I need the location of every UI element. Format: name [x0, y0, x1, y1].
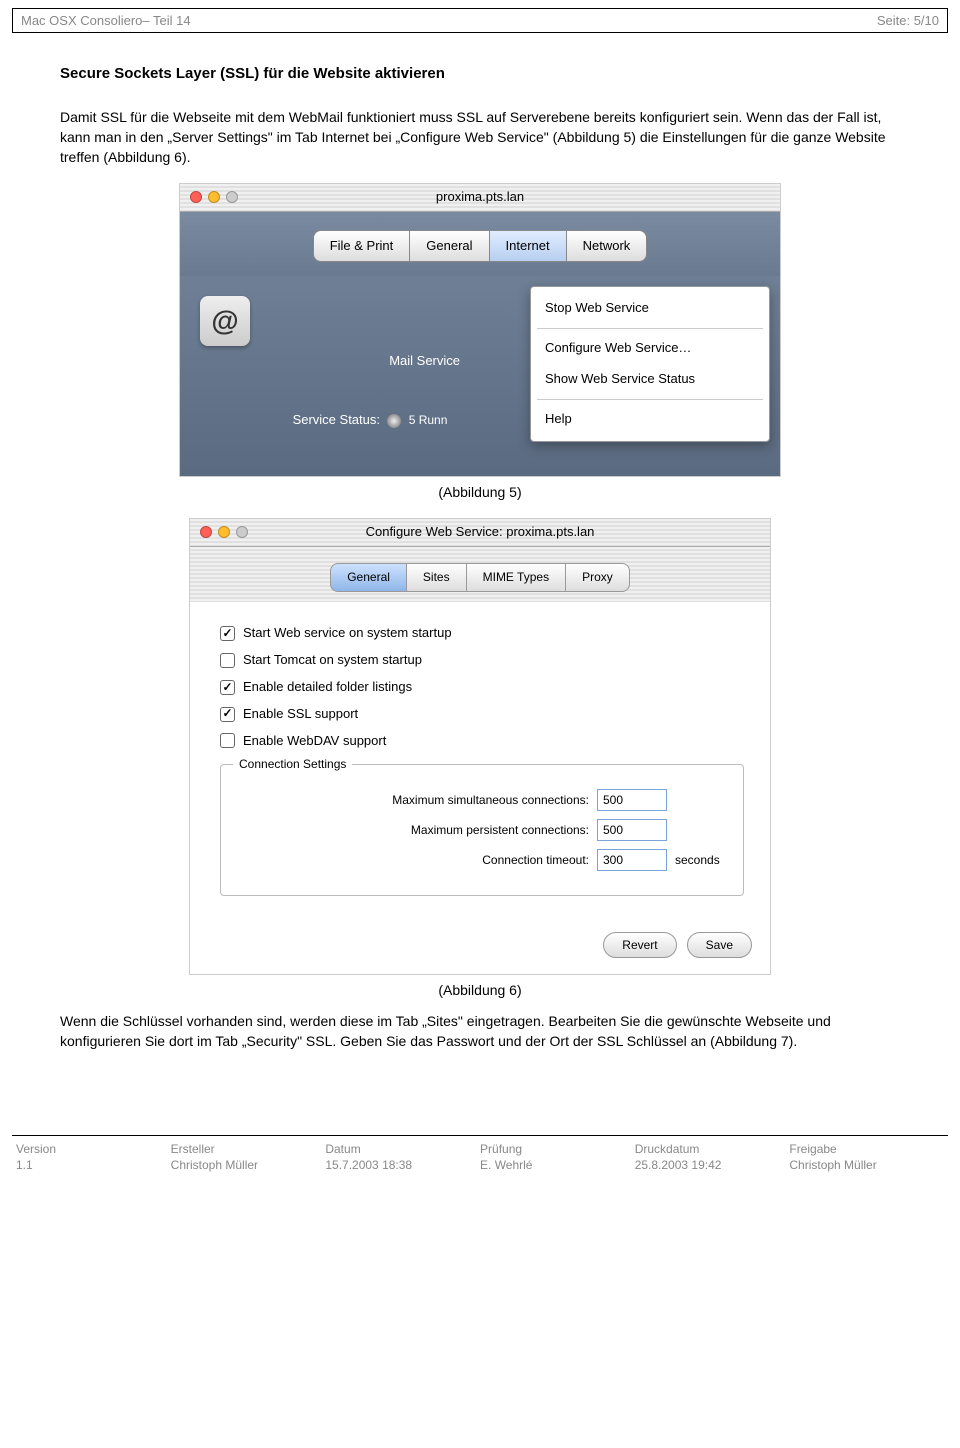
checkbox-row: Enable SSL support — [220, 705, 744, 724]
checkbox[interactable] — [220, 680, 235, 695]
paragraph-1: Damit SSL für die Webseite mit dem WebMa… — [60, 107, 900, 168]
checkbox-label: Start Tomcat on system startup — [243, 651, 422, 670]
footer-value: E. Wehrlé — [480, 1158, 635, 1172]
tab-proxy[interactable]: Proxy — [565, 563, 630, 592]
menu-stop-web[interactable]: Stop Web Service — [531, 293, 769, 324]
menu-configure-web[interactable]: Configure Web Service… — [531, 333, 769, 364]
connection-row: Connection timeout: seconds — [237, 849, 727, 871]
checkbox-label: Enable WebDAV support — [243, 732, 386, 751]
footer-value: 15.7.2003 18:38 — [325, 1158, 480, 1172]
footer-value: 25.8.2003 19:42 — [635, 1158, 790, 1172]
window-titlebar: Configure Web Service: proxima.pts.lan — [190, 519, 770, 547]
fieldset-legend: Connection Settings — [233, 756, 352, 773]
toolbar-tabs: File & Print General Internet Network — [180, 212, 780, 277]
tab-mime[interactable]: MIME Types — [466, 563, 565, 592]
footer-heading: Version — [16, 1142, 171, 1156]
revert-button[interactable]: Revert — [603, 932, 676, 958]
globe-icon — [387, 414, 401, 428]
checkbox-row: Start Tomcat on system startup — [220, 651, 744, 670]
checkbox-row: Enable detailed folder listings — [220, 678, 744, 697]
footer-col: Druckdatum 25.8.2003 19:42 — [635, 1142, 790, 1172]
mail-service-label: Mail Service — [260, 352, 460, 371]
traffic-lights — [200, 526, 248, 538]
tab-file-print[interactable]: File & Print — [313, 230, 410, 263]
screenshot-abb6: Configure Web Service: proxima.pts.lan G… — [190, 519, 770, 975]
checkbox[interactable] — [220, 707, 235, 722]
field-label: Maximum simultaneous connections: — [392, 792, 589, 809]
status-prefix: Service Status: — [260, 411, 380, 430]
menu-separator — [537, 399, 763, 400]
page-header: Mac OSX Consoliero– Teil 14 Seite: 5/10 — [12, 8, 948, 33]
zoom-icon[interactable] — [236, 526, 248, 538]
footer-col: Freigabe Christoph Müller — [789, 1142, 944, 1172]
caption-abb5: (Abbildung 5) — [60, 482, 900, 502]
tab-general[interactable]: General — [330, 563, 406, 592]
paragraph-2: Wenn die Schlüssel vorhanden sind, werde… — [60, 1011, 900, 1052]
tab-sites[interactable]: Sites — [406, 563, 466, 592]
footer-heading: Ersteller — [171, 1142, 326, 1156]
close-icon[interactable] — [190, 191, 202, 203]
form-body: Start Web service on system startup Start… — [190, 602, 770, 922]
status-text: 5 Runn — [409, 413, 448, 427]
number-input[interactable] — [597, 819, 667, 841]
footer-heading: Freigabe — [789, 1142, 944, 1156]
connection-row: Maximum persistent connections: — [237, 819, 727, 841]
footer-col: Datum 15.7.2003 18:38 — [325, 1142, 480, 1172]
unit-label: seconds — [675, 852, 727, 869]
tab-network[interactable]: Network — [566, 230, 648, 263]
close-icon[interactable] — [200, 526, 212, 538]
field-label: Connection timeout: — [482, 852, 589, 869]
checkbox[interactable] — [220, 653, 235, 668]
checkbox-label: Start Web service on system startup — [243, 624, 452, 643]
checkbox[interactable] — [220, 626, 235, 641]
footer-value: 1.1 — [16, 1158, 171, 1172]
button-row: Revert Save — [190, 922, 770, 974]
footer-col: Ersteller Christoph Müller — [171, 1142, 326, 1172]
window-title: Configure Web Service: proxima.pts.lan — [248, 523, 712, 542]
footer-heading: Datum — [325, 1142, 480, 1156]
tab-general[interactable]: General — [409, 230, 488, 263]
window-body: @ Mail Service Service Status: 5 Runn St… — [180, 276, 780, 476]
tabs: General Sites MIME Types Proxy — [190, 547, 770, 602]
zoom-icon[interactable] — [226, 191, 238, 203]
number-input[interactable] — [597, 789, 667, 811]
page-footer: Version1.1ErstellerChristoph MüllerDatum… — [12, 1135, 948, 1186]
screenshot-abb5: proxima.pts.lan File & Print General Int… — [180, 184, 780, 477]
footer-col: Version 1.1 — [16, 1142, 171, 1172]
at-icon: @ — [200, 296, 250, 346]
footer-value: Christoph Müller — [171, 1158, 326, 1172]
traffic-lights — [190, 191, 238, 203]
caption-abb6: (Abbildung 6) — [60, 980, 900, 1000]
section-title: Secure Sockets Layer (SSL) für die Websi… — [60, 63, 900, 85]
footer-col: Prüfung E. Wehrlé — [480, 1142, 635, 1172]
field-label: Maximum persistent connections: — [411, 822, 589, 839]
checkbox-label: Enable SSL support — [243, 705, 358, 724]
checkbox[interactable] — [220, 733, 235, 748]
footer-value: Christoph Müller — [789, 1158, 944, 1172]
checkbox-row: Enable WebDAV support — [220, 732, 744, 751]
footer-heading: Prüfung — [480, 1142, 635, 1156]
connection-row: Maximum simultaneous connections: — [237, 789, 727, 811]
checkbox-row: Start Web service on system startup — [220, 624, 744, 643]
number-input[interactable] — [597, 849, 667, 871]
menu-separator — [537, 328, 763, 329]
footer-heading: Druckdatum — [635, 1142, 790, 1156]
header-right: Seite: 5/10 — [877, 13, 939, 28]
menu-help[interactable]: Help — [531, 404, 769, 435]
window-titlebar: proxima.pts.lan — [180, 184, 780, 212]
header-left: Mac OSX Consoliero– Teil 14 — [21, 13, 191, 28]
save-button[interactable]: Save — [687, 932, 752, 958]
window-title: proxima.pts.lan — [238, 188, 722, 207]
minimize-icon[interactable] — [208, 191, 220, 203]
checkbox-label: Enable detailed folder listings — [243, 678, 412, 697]
menu-show-status[interactable]: Show Web Service Status — [531, 364, 769, 395]
context-menu: Stop Web Service Configure Web Service… … — [530, 286, 770, 441]
tab-internet[interactable]: Internet — [489, 230, 566, 263]
connection-settings-group: Connection Settings Maximum simultaneous… — [220, 764, 744, 896]
minimize-icon[interactable] — [218, 526, 230, 538]
